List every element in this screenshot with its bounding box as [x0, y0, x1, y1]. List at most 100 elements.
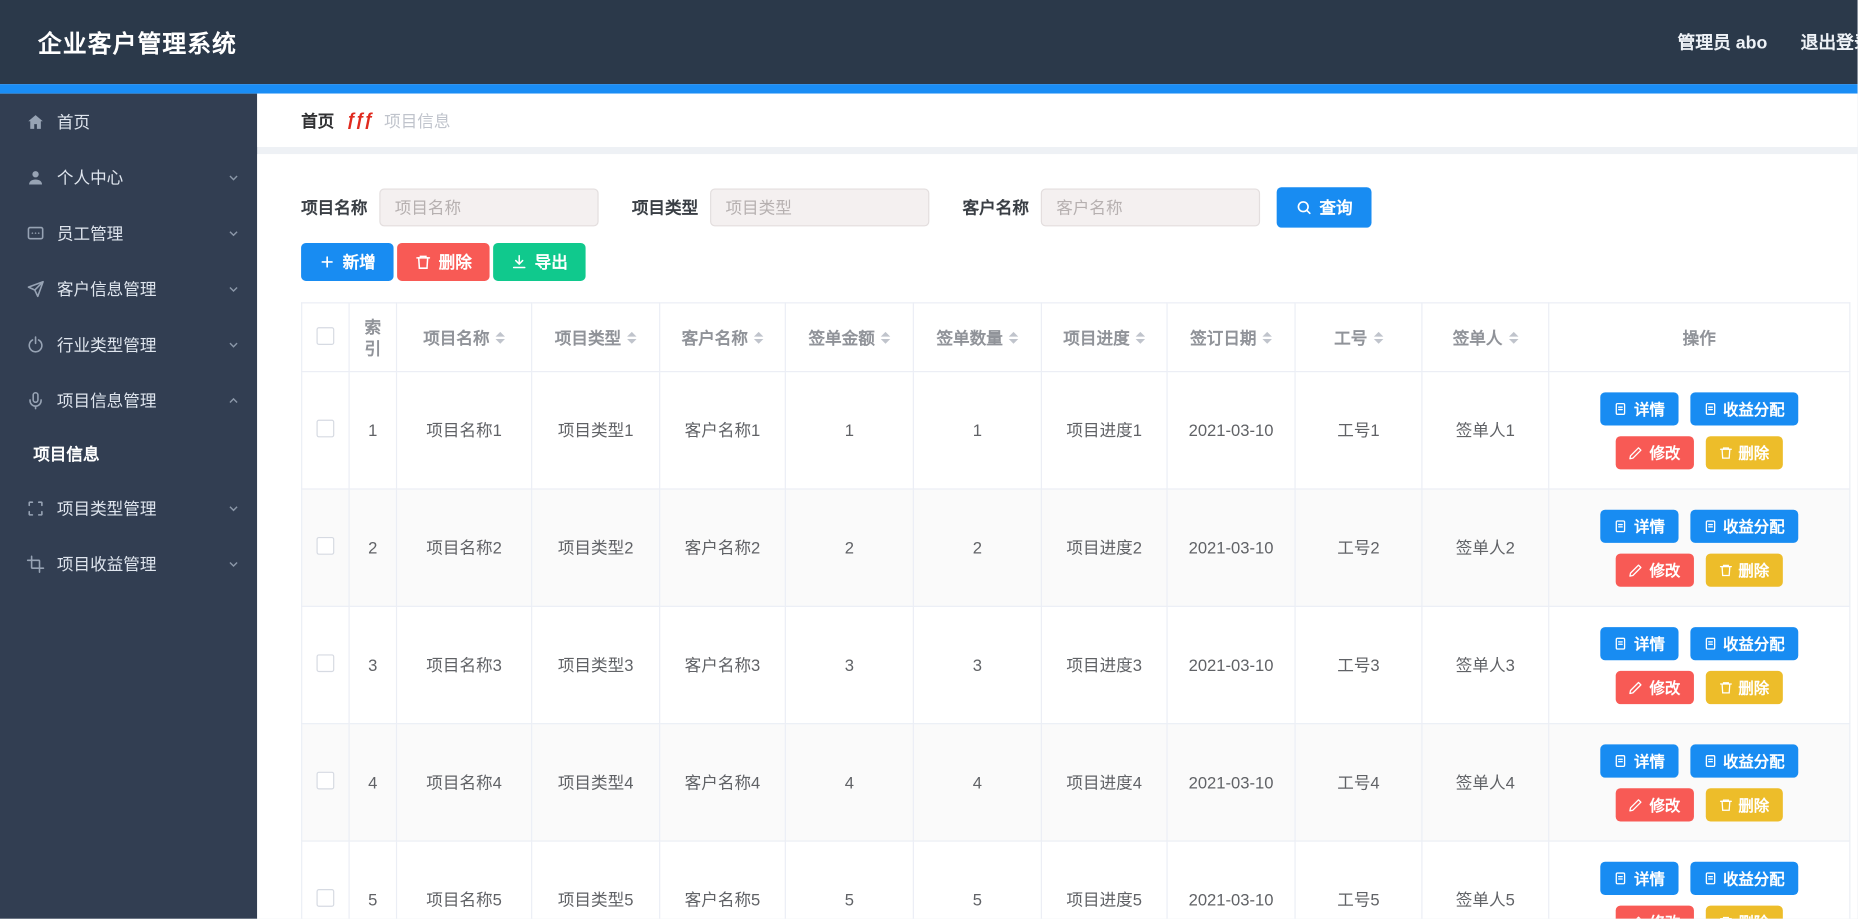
document-icon	[1703, 636, 1717, 650]
chevron-down-icon	[226, 337, 240, 351]
row-checkbox[interactable]	[317, 654, 335, 672]
cell-work-id: 工号3	[1295, 606, 1422, 723]
sidebar-item-project-income-management[interactable]: 项目收益管理	[0, 536, 257, 592]
sidebar-item-employee-management[interactable]: 员工管理	[0, 205, 257, 261]
delete-button[interactable]: 删除	[397, 243, 489, 281]
sidebar-item-project-info-management[interactable]: 项目信息管理	[0, 372, 257, 428]
row-delete-button[interactable]: 删除	[1705, 788, 1782, 821]
row-actions: 详情 收益分配 修改 删除	[1549, 861, 1849, 918]
row-checkbox[interactable]	[317, 772, 335, 790]
row-checkbox[interactable]	[317, 420, 335, 438]
col-sign-quantity[interactable]: 签单数量	[936, 327, 1002, 348]
cell-project-progress: 项目进度4	[1041, 724, 1167, 841]
chat-icon	[26, 223, 45, 242]
table-row: 5 项目名称5 项目类型5 客户名称5 5 5 项目进度5 2021-03-10…	[302, 841, 1850, 919]
row-delete-button[interactable]: 删除	[1705, 553, 1782, 586]
edit-button[interactable]: 修改	[1616, 670, 1693, 703]
cell-signer: 签单人2	[1422, 489, 1549, 606]
col-signer[interactable]: 签单人	[1453, 327, 1503, 348]
edit-button[interactable]: 修改	[1616, 905, 1693, 919]
col-work-id[interactable]: 工号	[1334, 327, 1367, 348]
document-icon	[1614, 519, 1628, 533]
cell-index: 4	[349, 724, 396, 841]
detail-button[interactable]: 详情	[1601, 392, 1678, 425]
col-project-type[interactable]: 项目类型	[555, 327, 621, 348]
detail-button[interactable]: 详情	[1601, 626, 1678, 659]
cell-project-type: 项目类型4	[532, 724, 660, 841]
sort-caret-icon[interactable]	[881, 327, 890, 348]
breadcrumb-home[interactable]: 首页	[301, 108, 334, 132]
income-distribution-button[interactable]: 收益分配	[1690, 861, 1798, 894]
detail-button[interactable]: 详情	[1601, 744, 1678, 777]
cell-project-name: 项目名称4	[397, 724, 532, 841]
sort-caret-icon[interactable]	[1009, 327, 1018, 348]
income-distribution-button[interactable]: 收益分配	[1690, 744, 1798, 777]
edit-pen-icon	[1629, 797, 1643, 811]
document-icon	[1614, 871, 1628, 885]
income-distribution-button[interactable]: 收益分配	[1690, 392, 1798, 425]
project-name-input[interactable]	[379, 188, 598, 226]
sort-caret-icon[interactable]	[1373, 327, 1382, 348]
document-icon	[1703, 871, 1717, 885]
sort-caret-icon[interactable]	[1508, 327, 1517, 348]
col-sign-date[interactable]: 签订日期	[1190, 327, 1256, 348]
cell-index: 5	[349, 841, 396, 919]
cell-project-type: 项目类型2	[532, 489, 660, 606]
current-user[interactable]: 管理员 abo	[1678, 30, 1768, 55]
cell-project-name: 项目名称2	[397, 489, 532, 606]
sort-caret-icon[interactable]	[1262, 327, 1271, 348]
cell-work-id: 工号5	[1295, 841, 1422, 919]
customer-name-label: 客户名称	[963, 196, 1029, 220]
row-delete-button[interactable]: 删除	[1705, 905, 1782, 919]
export-button[interactable]: 导出	[493, 243, 585, 281]
sort-caret-icon[interactable]	[1136, 327, 1145, 348]
row-checkbox[interactable]	[317, 889, 335, 907]
row-delete-button[interactable]: 删除	[1705, 670, 1782, 703]
sort-caret-icon[interactable]	[495, 327, 504, 348]
document-icon	[1703, 753, 1717, 767]
customer-name-input[interactable]	[1041, 188, 1260, 226]
detail-button[interactable]: 详情	[1601, 861, 1678, 894]
sort-caret-icon[interactable]	[627, 327, 636, 348]
edit-button[interactable]: 修改	[1616, 788, 1693, 821]
project-type-input[interactable]	[710, 188, 929, 226]
chevron-down-icon	[226, 282, 240, 296]
row-checkbox[interactable]	[317, 537, 335, 555]
select-all-checkbox[interactable]	[317, 327, 335, 345]
add-button[interactable]: 新增	[301, 243, 393, 281]
sidebar-item-home[interactable]: 首页	[0, 94, 257, 150]
edit-button[interactable]: 修改	[1616, 553, 1693, 586]
app-window: 企业客户管理系统 管理员 abo 退出登录 首页 个人中心 员工管理	[0, 0, 1858, 919]
sidebar-item-personal-center[interactable]: 个人中心	[0, 149, 257, 205]
income-distribution-button[interactable]: 收益分配	[1690, 626, 1798, 659]
toolbar: 新增 删除 导出	[301, 243, 1857, 281]
cell-project-progress: 项目进度1	[1041, 372, 1167, 489]
document-icon	[1703, 401, 1717, 415]
logout-link[interactable]: 退出登录	[1801, 30, 1858, 55]
sidebar-item-customer-info-management[interactable]: 客户信息管理	[0, 261, 257, 317]
sidebar-item-project-type-management[interactable]: 项目类型管理	[0, 480, 257, 536]
brackets-icon	[26, 498, 45, 517]
col-project-progress[interactable]: 项目进度	[1063, 327, 1129, 348]
sidebar-item-label: 行业类型管理	[57, 333, 227, 357]
col-project-name[interactable]: 项目名称	[423, 327, 489, 348]
detail-button[interactable]: 详情	[1601, 509, 1678, 542]
send-icon	[26, 279, 45, 298]
sidebar-item-label: 项目信息管理	[57, 388, 227, 412]
sidebar-subitem-project-info[interactable]: 项目信息	[0, 428, 257, 480]
query-button[interactable]: 查询	[1277, 187, 1372, 227]
cell-index: 1	[349, 372, 396, 489]
income-distribution-button[interactable]: 收益分配	[1690, 509, 1798, 542]
projects-table: 索引 项目名称 项目类型 客户名称 签单金额 签单数量 项目进度 签订日期 工号…	[301, 302, 1850, 918]
col-sign-amount[interactable]: 签单金额	[808, 327, 874, 348]
breadcrumb-current: 项目信息	[384, 108, 450, 132]
row-delete-button[interactable]: 删除	[1705, 436, 1782, 469]
col-customer-name[interactable]: 客户名称	[682, 327, 748, 348]
sort-caret-icon[interactable]	[754, 327, 763, 348]
sidebar-item-industry-type-management[interactable]: 行业类型管理	[0, 317, 257, 373]
content-card: 项目名称 项目类型 客户名称 查询 新增	[257, 154, 1857, 919]
cell-customer-name: 客户名称3	[660, 606, 786, 723]
edit-button[interactable]: 修改	[1616, 436, 1693, 469]
cell-sign-amount: 5	[785, 841, 913, 919]
table-row: 2 项目名称2 项目类型2 客户名称2 2 2 项目进度2 2021-03-10…	[302, 489, 1850, 606]
